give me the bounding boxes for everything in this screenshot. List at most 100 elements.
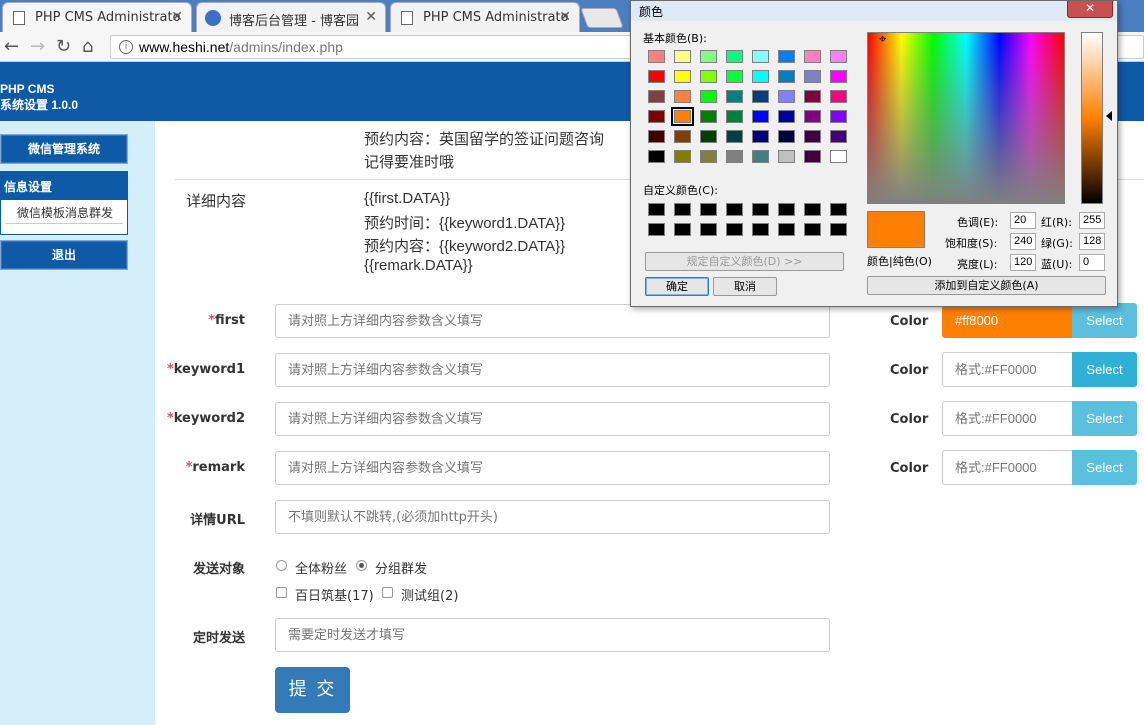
custom-color-slot[interactable]: [674, 203, 691, 216]
schedule-input[interactable]: [275, 618, 830, 652]
define-custom-colors-button[interactable]: 规定自定义颜色(D) >>: [645, 252, 844, 271]
basic-color-swatch[interactable]: [700, 110, 717, 123]
keyword1-input[interactable]: [275, 353, 830, 387]
basic-color-swatch[interactable]: [752, 90, 769, 103]
home-icon[interactable]: ⌂: [82, 36, 93, 57]
basic-color-swatch[interactable]: [804, 50, 821, 63]
basic-color-swatch[interactable]: [804, 150, 821, 163]
basic-color-swatch[interactable]: [804, 90, 821, 103]
browser-tab-2[interactable]: 博客后台管理 - 博客园 ✕: [196, 2, 386, 32]
basic-color-swatch[interactable]: [648, 50, 665, 63]
basic-color-swatch[interactable]: [674, 70, 691, 83]
close-icon[interactable]: ✕: [559, 9, 571, 25]
first-color-select-button[interactable]: Select: [1072, 303, 1137, 338]
basic-color-swatch[interactable]: [674, 150, 691, 163]
basic-color-swatch[interactable]: [648, 130, 665, 143]
custom-color-slot[interactable]: [830, 223, 847, 236]
custom-color-slot[interactable]: [778, 203, 795, 216]
color-spectrum[interactable]: [867, 32, 1065, 204]
basic-color-swatch[interactable]: [726, 90, 743, 103]
keyword2-input[interactable]: [275, 402, 830, 436]
custom-color-slot[interactable]: [700, 223, 717, 236]
custom-color-slot[interactable]: [830, 203, 847, 216]
basic-color-swatch[interactable]: [752, 150, 769, 163]
keyword2-color-select-button[interactable]: Select: [1072, 401, 1137, 436]
basic-color-swatch[interactable]: [648, 90, 665, 103]
basic-color-swatch[interactable]: [700, 150, 717, 163]
keyword1-color-select-button[interactable]: Select: [1072, 352, 1137, 387]
basic-color-swatch[interactable]: [804, 110, 821, 123]
submit-button[interactable]: 提 交: [275, 667, 350, 713]
custom-color-slot[interactable]: [648, 203, 665, 216]
sidebar-item-template-broadcast[interactable]: 微信模板消息群发: [5, 200, 123, 224]
sidebar-group-title[interactable]: 信息设置: [1, 172, 127, 200]
group-checkbox[interactable]: [382, 587, 393, 598]
basic-color-swatch[interactable]: [674, 130, 691, 143]
hue-input[interactable]: 20: [1010, 212, 1036, 229]
add-to-custom-colors-button[interactable]: 添加到自定义颜色(A): [867, 276, 1106, 295]
custom-color-slot[interactable]: [752, 203, 769, 216]
back-icon[interactable]: ←: [4, 36, 19, 57]
custom-color-slot[interactable]: [726, 223, 743, 236]
basic-color-swatch[interactable]: [830, 70, 847, 83]
basic-color-swatch[interactable]: [674, 50, 691, 63]
basic-color-swatch[interactable]: [804, 130, 821, 143]
remark-input[interactable]: [275, 451, 830, 485]
custom-color-slot[interactable]: [804, 203, 821, 216]
custom-color-slot[interactable]: [674, 223, 691, 236]
basic-color-swatch[interactable]: [700, 90, 717, 103]
forward-icon[interactable]: →: [30, 36, 45, 57]
info-icon[interactable]: i: [119, 40, 133, 54]
basic-color-swatch[interactable]: [778, 70, 795, 83]
custom-color-slot[interactable]: [804, 223, 821, 236]
first-input[interactable]: [275, 304, 830, 338]
logout-button[interactable]: 退出: [0, 240, 128, 270]
basic-color-swatch[interactable]: [752, 50, 769, 63]
first-color-input[interactable]: [942, 303, 1073, 338]
detail-url-input[interactable]: [275, 500, 830, 534]
luminance-input[interactable]: 120: [1010, 254, 1036, 271]
radio-group-send[interactable]: [356, 560, 367, 571]
keyword1-color-input[interactable]: [942, 352, 1073, 387]
close-icon[interactable]: ✕: [171, 9, 183, 25]
basic-color-swatch[interactable]: [674, 90, 691, 103]
basic-color-swatch[interactable]: [726, 150, 743, 163]
basic-color-swatch[interactable]: [726, 110, 743, 123]
basic-color-swatch[interactable]: [726, 70, 743, 83]
custom-color-slot[interactable]: [700, 203, 717, 216]
new-tab-button[interactable]: [580, 8, 624, 28]
basic-color-swatch[interactable]: [804, 70, 821, 83]
browser-tab-3[interactable]: PHP CMS Administrato ✕: [390, 2, 580, 32]
blue-input[interactable]: 0: [1079, 254, 1105, 271]
custom-color-slot[interactable]: [648, 223, 665, 236]
sidebar-wechat-system-button[interactable]: 微信管理系统: [0, 134, 128, 164]
basic-color-swatch[interactable]: [752, 110, 769, 123]
basic-color-swatch[interactable]: [830, 130, 847, 143]
keyword2-color-input[interactable]: [942, 401, 1073, 436]
basic-color-swatch[interactable]: [648, 70, 665, 83]
radio-all-fans[interactable]: [276, 560, 287, 571]
close-icon[interactable]: ✕: [1067, 1, 1113, 18]
custom-color-slot[interactable]: [752, 223, 769, 236]
basic-color-swatch[interactable]: [726, 50, 743, 63]
basic-color-swatch[interactable]: [778, 130, 795, 143]
remark-color-select-button[interactable]: Select: [1072, 450, 1137, 485]
reload-icon[interactable]: ↻: [56, 36, 71, 57]
basic-color-swatch[interactable]: [752, 70, 769, 83]
close-icon[interactable]: ✕: [365, 9, 377, 25]
basic-color-swatch[interactable]: [648, 110, 665, 123]
luminance-slider[interactable]: [1081, 32, 1103, 204]
red-input[interactable]: 255: [1079, 212, 1105, 229]
custom-color-slot[interactable]: [726, 203, 743, 216]
browser-tab-1[interactable]: PHP CMS Administrato ✕: [2, 2, 192, 32]
basic-color-swatch[interactable]: [700, 50, 717, 63]
basic-color-swatch[interactable]: [752, 130, 769, 143]
basic-color-swatch[interactable]: [778, 110, 795, 123]
basic-color-swatch[interactable]: [700, 70, 717, 83]
basic-color-swatch[interactable]: [830, 90, 847, 103]
luminance-arrow-icon[interactable]: [1106, 111, 1112, 121]
basic-color-swatch[interactable]: [830, 110, 847, 123]
basic-color-swatch[interactable]: [830, 150, 847, 163]
basic-color-swatch[interactable]: [830, 50, 847, 63]
cancel-button[interactable]: 取消: [713, 277, 777, 296]
